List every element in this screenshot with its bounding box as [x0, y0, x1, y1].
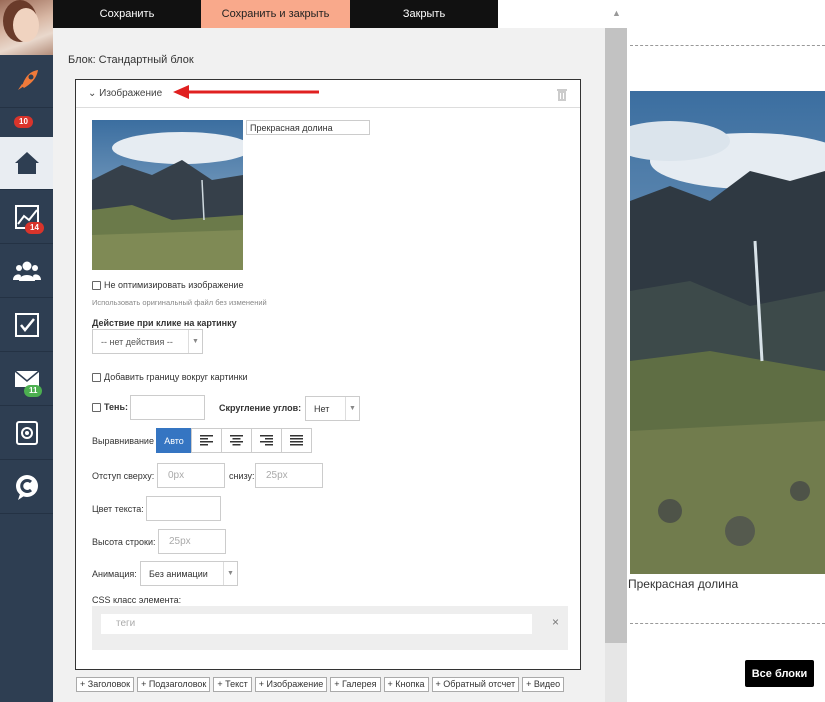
- animation-label: Анимация:: [92, 569, 137, 579]
- add-heading-button[interactable]: + Заголовок: [76, 677, 135, 692]
- align-justify-icon: [290, 435, 303, 446]
- add-gallery-button[interactable]: + Галерея: [330, 677, 381, 692]
- margin-bottom-input[interactable]: 25px: [255, 463, 323, 488]
- add-image-button[interactable]: + Изображение: [254, 677, 328, 692]
- align-center-icon: [230, 435, 243, 446]
- add-button-button[interactable]: + Кнопка: [383, 677, 429, 692]
- scrollbar[interactable]: [605, 28, 627, 702]
- checkbox[interactable]: [92, 402, 101, 412]
- checkbox-icon[interactable]: [0, 299, 53, 352]
- chevron-down-icon: ▼: [345, 397, 359, 420]
- mail-icon[interactable]: [0, 353, 53, 406]
- save-close-button[interactable]: Сохранить и закрыть: [201, 0, 350, 28]
- radius-value: Нет: [314, 403, 330, 414]
- align-right-icon: [260, 435, 273, 446]
- image-settings-card: ⌄ Изображение Не оптимизировать изображе…: [75, 79, 581, 670]
- users-icon[interactable]: [0, 245, 53, 298]
- no-optimize-hint: Использовать оригинальный файл без измен…: [92, 298, 267, 307]
- annotation-arrow-icon: [173, 85, 319, 99]
- border-label: Добавить границу вокруг картинки: [104, 372, 248, 382]
- editor-toolbar: Сохранить Сохранить и закрыть Закрыть: [53, 0, 498, 28]
- scroll-up-icon[interactable]: ▲: [612, 8, 621, 18]
- chart-badge: 14: [25, 222, 44, 234]
- add-element-buttons: + Заголовок + Подзаголовок + Текст + Изо…: [76, 677, 576, 695]
- settings-icon[interactable]: [0, 407, 53, 460]
- margin-top-input[interactable]: 0px: [157, 463, 225, 488]
- align-left-button[interactable]: [191, 428, 222, 453]
- image-thumbnail[interactable]: [92, 120, 243, 270]
- tags-input[interactable]: теги: [101, 614, 532, 634]
- shadow-checkbox[interactable]: Тень:: [92, 402, 128, 412]
- add-video-button[interactable]: + Видео: [522, 677, 565, 692]
- close-icon[interactable]: ×: [552, 615, 559, 629]
- shadow-input[interactable]: [130, 395, 205, 420]
- align-justify-button[interactable]: [281, 428, 312, 453]
- divider: [630, 623, 825, 624]
- block-label: Блок: Стандартный блок: [68, 54, 194, 66]
- save-button[interactable]: Сохранить: [53, 0, 201, 28]
- click-action-select[interactable]: -- нет действия -- ▼: [92, 329, 203, 354]
- text-color-input[interactable]: [146, 496, 221, 521]
- align-right-button[interactable]: [251, 428, 282, 453]
- home-icon[interactable]: [0, 137, 53, 190]
- margin-bottom-label: снизу:: [229, 471, 255, 481]
- chevron-down-icon: ⌄: [88, 88, 100, 99]
- trash-icon[interactable]: [556, 88, 568, 101]
- radius-select[interactable]: Нет ▼: [305, 396, 360, 421]
- align-left-icon: [200, 435, 213, 446]
- line-height-input[interactable]: 25px: [158, 529, 226, 554]
- click-action-value: -- нет действия --: [101, 336, 173, 347]
- section-title[interactable]: ⌄ Изображение: [88, 88, 162, 99]
- animation-select[interactable]: Без анимации ▼: [140, 561, 238, 586]
- animation-value: Без анимации: [149, 568, 208, 579]
- no-optimize-label: Не оптимизировать изображение: [104, 280, 244, 290]
- align-label: Выравнивание: [92, 436, 154, 446]
- avatar[interactable]: [0, 0, 53, 55]
- add-text-button[interactable]: + Текст: [213, 677, 252, 692]
- align-auto-button[interactable]: Авто: [156, 428, 192, 453]
- close-button[interactable]: Закрыть: [350, 0, 498, 28]
- chart-icon[interactable]: [0, 191, 53, 244]
- checkbox[interactable]: [92, 372, 101, 382]
- align-group: Авто: [156, 428, 312, 453]
- card-header[interactable]: ⌄ Изображение: [76, 80, 580, 108]
- mail-badge: 11: [24, 385, 43, 397]
- sidebar: 10 14 11: [0, 0, 53, 702]
- border-checkbox[interactable]: Добавить границу вокруг картинки: [92, 372, 248, 382]
- margin-top-label: Отступ сверху:: [92, 471, 155, 481]
- all-blocks-button[interactable]: Все блоки: [745, 660, 814, 687]
- click-action-label: Действие при клике на картинку: [92, 318, 237, 328]
- caption-input[interactable]: [246, 120, 370, 135]
- scroll-thumb[interactable]: [605, 28, 627, 643]
- line-height-label: Высота строки:: [92, 537, 156, 547]
- divider: [630, 45, 825, 46]
- preview-caption: Прекрасная долина: [628, 577, 739, 591]
- rocket-icon[interactable]: [0, 55, 53, 108]
- add-subheading-button[interactable]: + Подзаголовок: [137, 677, 211, 692]
- css-class-box: теги ×: [92, 606, 568, 650]
- align-center-button[interactable]: [221, 428, 252, 453]
- no-optimize-checkbox[interactable]: Не оптимизировать изображение: [92, 280, 243, 290]
- add-countdown-button[interactable]: + Обратный отсчет: [431, 677, 520, 692]
- shadow-label: Тень:: [104, 402, 129, 412]
- checkbox[interactable]: [92, 280, 101, 290]
- radius-label: Скругление углов:: [219, 403, 302, 413]
- notification-badge: 10: [14, 116, 33, 128]
- text-color-label: Цвет текста:: [92, 504, 144, 514]
- preview-image[interactable]: [630, 91, 825, 574]
- chevron-down-icon: ▼: [223, 562, 237, 585]
- css-class-label: CSS класс элемента:: [92, 595, 182, 605]
- chevron-down-icon: ▼: [188, 330, 202, 353]
- logo-c-icon[interactable]: [0, 461, 53, 514]
